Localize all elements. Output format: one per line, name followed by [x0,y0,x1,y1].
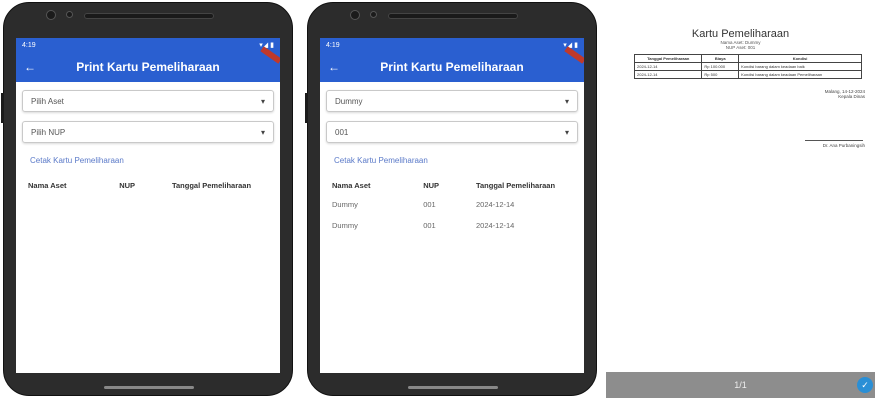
col-nup: NUP [119,181,136,190]
table-header: Nama Aset NUP Tanggal Pemeliharaan [326,177,578,200]
pdf-pager-bar: 1/1 ✓ [606,372,875,398]
pdf-cell-cost: Rp 100.000 [701,62,740,71]
cell-date: 2024-12-14 [475,221,515,230]
chevron-down-icon: ▾ [564,96,569,106]
pdf-cell-cost: Rp 500 [701,70,740,79]
col-nup: NUP [423,181,440,190]
pdf-sign-role: Kepala Dinas [838,94,865,99]
pdf-table-header: Tanggal Pemeliharaan Biaya Kondisi [633,54,862,63]
pdf-sign-name: Dr. Ana Purbaningsih [822,143,865,148]
cell-nup: 001 [423,221,436,230]
pdf-cell-date: 2024-12-14 [633,62,703,71]
chevron-down-icon: ▾ [260,96,265,106]
col-maintenance-date: Tanggal Pemeliharaan [475,181,556,190]
pdf-table-row: 2024-12-14 Rp 100.000 Kondisi barang dal… [633,62,862,71]
cell-nup: 001 [423,200,436,209]
phone-frame-1: 4:19 ▾◢ ▮ ← Print Kartu Pemeliharaan Pil… [1,2,293,396]
cell-asset-name: Dummy [332,200,358,209]
app-screen-2: 4:19 ▾◢ ▮ ← Print Kartu Pemeliharaan Dum… [320,38,584,373]
back-arrow-icon[interactable]: ← [328,60,350,74]
pdf-asset-nup: NUP Aset: 001 [725,45,756,50]
table-row[interactable]: Dummy 001 2024-12-14 [326,200,578,221]
check-icon[interactable]: ✓ [857,377,873,393]
status-time: 4:19 [22,41,36,49]
sensor-icon [370,11,377,18]
camera-icon [46,10,56,20]
speaker-grille [388,13,518,19]
nup-select-value: 001 [335,127,349,137]
status-time: 4:19 [326,41,340,49]
nup-select[interactable]: Pilih NUP ▾ [22,121,274,143]
home-indicator [104,386,194,389]
print-card-link[interactable]: Cetak Kartu Pemeliharaan [22,152,274,177]
camera-icon [350,10,360,20]
asset-select-value: Pilih Aset [31,96,64,106]
page-title: Print Kartu Pemeliharaan [380,60,524,74]
col-asset-name: Nama Aset [28,181,67,190]
cell-date: 2024-12-14 [475,200,515,209]
col-maintenance-date: Tanggal Pemeliharaan [171,181,252,190]
status-bar: 4:19 ▾◢ ▮ [16,38,280,52]
phone-top-bezel [4,3,292,41]
pdf-maintenance-table: Tanggal Pemeliharaan Biaya Kondisi 2024-… [633,54,862,79]
page-indicator: 1/1 [734,380,747,390]
sensor-icon [66,11,73,18]
pdf-col-condition: Kondisi [738,54,862,63]
page-title: Print Kartu Pemeliharaan [76,60,220,74]
col-asset-name: Nama Aset [332,181,371,190]
status-bar: 4:19 ▾◢ ▮ [320,38,584,52]
side-button [305,93,308,123]
pdf-cell-condition: Kondisi barang dalam keadaan Pemeliharaa… [738,70,862,79]
pdf-col-cost: Biaya [701,54,740,63]
pdf-title: Kartu Pemeliharaan [691,28,790,40]
home-indicator [408,386,498,389]
app-bar: ← Print Kartu Pemeliharaan [16,46,280,82]
app-screen-1: 4:19 ▾◢ ▮ ← Print Kartu Pemeliharaan Pil… [16,38,280,373]
back-arrow-icon[interactable]: ← [24,60,46,74]
asset-select[interactable]: Pilih Aset ▾ [22,90,274,112]
app-bar: ← Print Kartu Pemeliharaan [320,46,584,82]
pdf-preview: Kartu Pemeliharaan Nama Aset: Dummy NUP … [606,0,875,398]
signature-line [805,140,863,141]
asset-select-value: Dummy [335,96,363,106]
phone-top-bezel [308,3,596,41]
table-header: Nama Aset NUP Tanggal Pemeliharaan [22,177,274,200]
pdf-table-row: 2024-12-14 Rp 500 Kondisi barang dalam k… [633,70,862,79]
print-card-link[interactable]: Cetak Kartu Pemeliharaan [326,152,578,177]
pdf-col-date: Tanggal Pemeliharaan [633,54,703,63]
phone-frame-2: 4:19 ▾◢ ▮ ← Print Kartu Pemeliharaan Dum… [305,2,597,396]
pdf-cell-date: 2024-12-14 [633,70,703,79]
nup-select[interactable]: 001 ▾ [326,121,578,143]
pdf-cell-condition: Kondisi barang dalam keadaan baik [738,62,862,71]
speaker-grille [84,13,214,19]
nup-select-value: Pilih NUP [31,127,66,137]
cell-asset-name: Dummy [332,221,358,230]
chevron-down-icon: ▾ [564,127,569,137]
table-row[interactable]: Dummy 001 2024-12-14 [326,221,578,242]
asset-select[interactable]: Dummy ▾ [326,90,578,112]
chevron-down-icon: ▾ [260,127,265,137]
side-button [1,93,4,123]
